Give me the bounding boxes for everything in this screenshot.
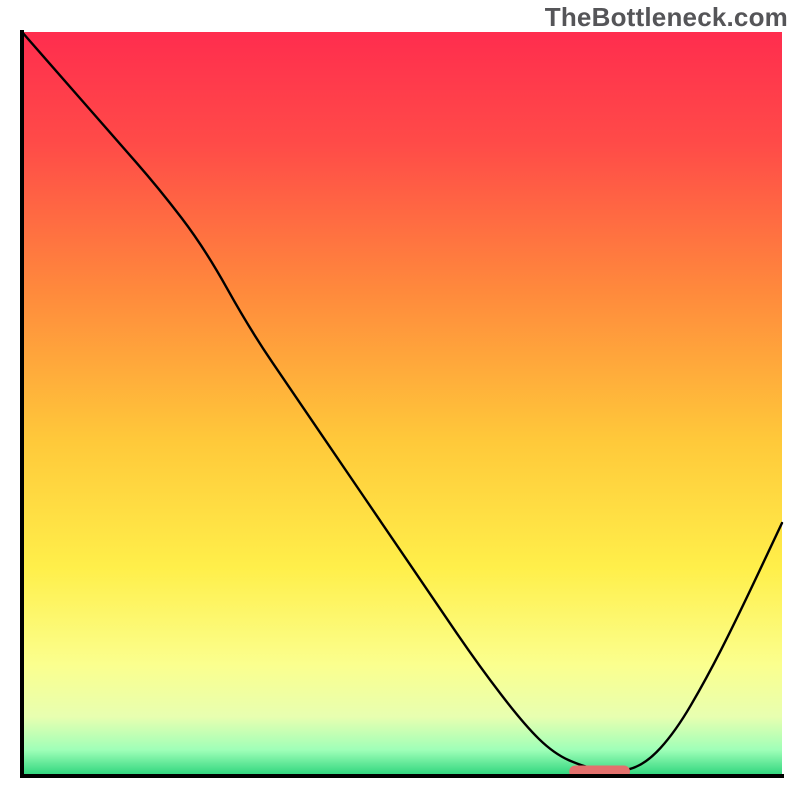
chart-container: TheBottleneck.com [0, 0, 800, 800]
bottleneck-chart [0, 0, 800, 800]
